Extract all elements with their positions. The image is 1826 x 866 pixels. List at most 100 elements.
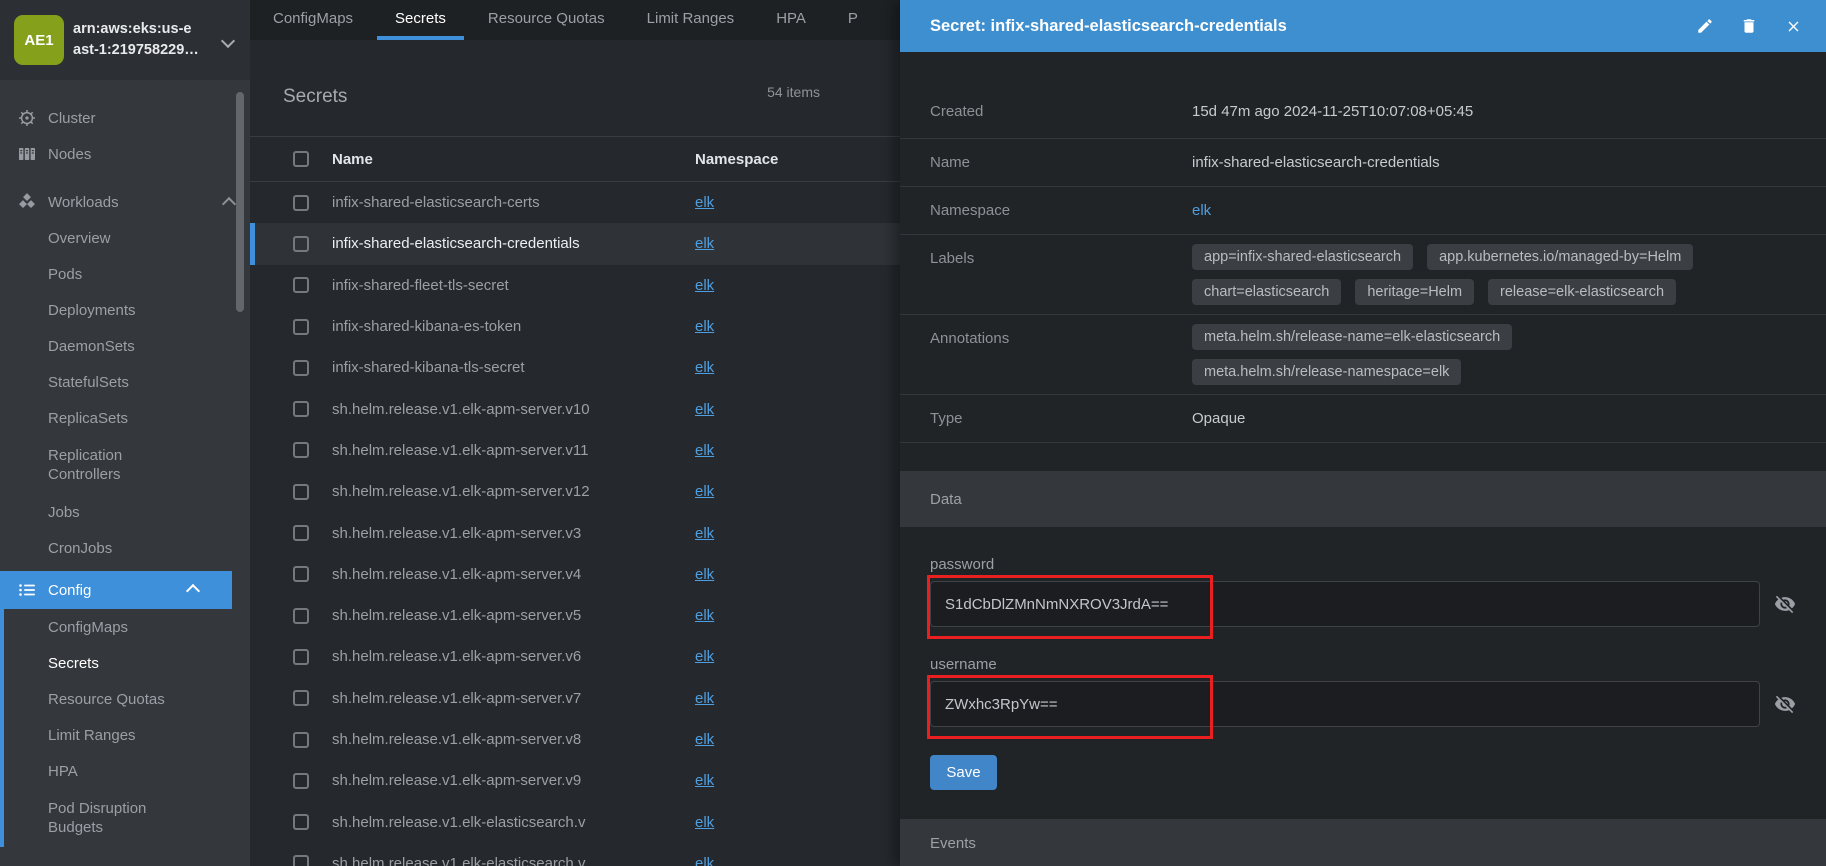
secret-name: infix-shared-elasticsearch-certs [332,194,540,212]
table-row[interactable]: sh.helm.release.v1.elk-elasticsearch.v el… [250,801,900,842]
namespace-link[interactable]: elk [695,731,714,748]
sidebar-item-nodes[interactable]: Nodes [0,136,250,172]
delete-icon[interactable] [1740,17,1758,35]
namespace-link[interactable]: elk [695,566,714,583]
table-row[interactable]: sh.helm.release.v1.elk-apm-server.v11 elk [250,430,900,471]
row-checkbox[interactable] [293,235,309,252]
table-row[interactable]: sh.helm.release.v1.elk-apm-server.v10 elk [250,388,900,429]
table-row[interactable]: sh.helm.release.v1.elk-apm-server.v6 elk [250,636,900,677]
sidebar-item-daemonsets[interactable]: DaemonSets [0,328,250,364]
namespace-link[interactable]: elk [695,483,714,500]
table-row[interactable]: sh.helm.release.v1.elk-elasticsearch.v el… [250,843,900,866]
table-row[interactable]: infix-shared-elasticsearch-certs elk [250,182,900,223]
namespace-link[interactable]: elk [695,648,714,665]
namespace-link[interactable]: elk [695,525,714,542]
row-checkbox[interactable] [293,648,309,665]
row-checkbox[interactable] [293,731,309,748]
save-button[interactable]: Save [930,755,997,790]
sidebar-item-cluster[interactable]: Cluster [0,100,250,136]
namespace-link[interactable]: elk [695,442,714,459]
table-row[interactable]: infix-shared-kibana-tls-secret elk [250,347,900,388]
row-checkbox[interactable] [293,525,309,542]
chevron-up-icon[interactable] [221,196,237,212]
namespace-link[interactable]: elk [695,401,714,418]
row-checkbox[interactable] [293,607,309,624]
row-checkbox[interactable] [293,483,309,500]
sidebar-item-workloads[interactable]: Workloads [0,184,250,220]
tab-pod-disruption-budgets[interactable]: P [830,0,876,40]
password-value-input[interactable] [930,581,1760,627]
sidebar-item-configmaps[interactable]: ConfigMaps [4,609,250,645]
namespace-link[interactable]: elk [1192,202,1211,219]
table-row[interactable]: infix-shared-fleet-tls-secret elk [250,265,900,306]
eye-off-icon[interactable] [1774,593,1796,615]
row-checkbox[interactable] [293,690,309,707]
row-checkbox[interactable] [293,277,309,294]
config-children: ConfigMaps Secrets Resource Quotas Limit… [0,609,250,847]
chevron-up-icon[interactable] [185,583,201,599]
table-row[interactable]: sh.helm.release.v1.elk-apm-server.v9 elk [250,760,900,801]
namespace-link[interactable]: elk [695,194,714,211]
sidebar-item-replicasets[interactable]: ReplicaSets [0,400,250,436]
table-row[interactable]: sh.helm.release.v1.elk-apm-server.v7 elk [250,678,900,719]
username-value-input[interactable] [930,681,1760,727]
sidebar-item-replication-controllers[interactable]: Replication Controllers [0,436,198,494]
chevron-down-icon[interactable] [220,33,236,49]
sidebar-item-pods[interactable]: Pods [0,256,250,292]
tab-resource-quotas[interactable]: Resource Quotas [470,0,623,40]
sidebar-nav: Cluster Nodes Workloads Overview Pods De… [0,80,250,847]
namespace-link[interactable]: elk [695,235,714,252]
row-checkbox[interactable] [293,772,309,789]
field-created: Created 15d 47m ago 2024-11-25T10:07:08+… [900,84,1826,139]
sidebar-item-overview[interactable]: Overview [0,220,250,256]
row-checkbox[interactable] [293,442,309,459]
close-icon[interactable] [1784,17,1802,35]
tab-configmaps[interactable]: ConfigMaps [255,0,371,40]
sidebar-item-cronjobs[interactable]: CronJobs [0,530,250,566]
column-header-name[interactable]: Name [332,151,677,168]
namespace-link[interactable]: elk [695,690,714,707]
sidebar-item-statefulsets[interactable]: StatefulSets [0,364,250,400]
row-checkbox[interactable] [293,566,309,583]
row-checkbox[interactable] [293,359,309,376]
sidebar-item-pod-disruption-budgets[interactable]: Pod Disruption Budgets [4,789,198,847]
table-row[interactable]: infix-shared-kibana-es-token elk [250,306,900,347]
namespace-link[interactable]: elk [695,814,714,831]
namespace-link[interactable]: elk [695,772,714,789]
row-checkbox[interactable] [293,814,309,831]
sidebar-item-label: Secrets [48,654,99,672]
table-row-selected[interactable]: infix-shared-elasticsearch-credentials el… [250,223,900,265]
sidebar-item-hpa[interactable]: HPA [4,753,250,789]
sidebar-item-label: HPA [48,762,78,780]
tab-hpa[interactable]: HPA [758,0,824,40]
namespace-link[interactable]: elk [695,855,714,866]
namespace-link[interactable]: elk [695,359,714,376]
row-checkbox[interactable] [293,318,309,335]
sidebar-item-resource-quotas[interactable]: Resource Quotas [4,681,250,717]
column-header-namespace[interactable]: Namespace [695,151,778,168]
edit-icon[interactable] [1696,17,1714,35]
table-row[interactable]: sh.helm.release.v1.elk-apm-server.v4 elk [250,554,900,595]
sidebar-item-jobs[interactable]: Jobs [0,494,250,530]
sidebar-item-config[interactable]: Config [0,571,232,609]
sidebar-scrollbar[interactable] [236,92,244,312]
table-row[interactable]: sh.helm.release.v1.elk-apm-server.v12 elk [250,471,900,512]
cluster-selector[interactable]: AE1 arn:aws:eks:us-east-1:219758229… [0,0,250,80]
sidebar-item-limit-ranges[interactable]: Limit Ranges [4,717,250,753]
table-row[interactable]: sh.helm.release.v1.elk-apm-server.v8 elk [250,719,900,760]
sidebar-item-label: Pods [48,265,83,283]
sidebar-item-deployments[interactable]: Deployments [0,292,250,328]
namespace-link[interactable]: elk [695,277,714,294]
row-checkbox[interactable] [293,401,309,418]
row-checkbox[interactable] [293,855,309,866]
select-all-checkbox[interactable] [293,151,309,167]
namespace-link[interactable]: elk [695,318,714,335]
namespace-link[interactable]: elk [695,607,714,624]
tab-limit-ranges[interactable]: Limit Ranges [629,0,753,40]
row-checkbox[interactable] [293,194,309,211]
tab-secrets[interactable]: Secrets [377,0,464,40]
table-row[interactable]: sh.helm.release.v1.elk-apm-server.v5 elk [250,595,900,636]
sidebar-item-secrets[interactable]: Secrets [4,645,250,681]
eye-off-icon[interactable] [1774,693,1796,715]
table-row[interactable]: sh.helm.release.v1.elk-apm-server.v3 elk [250,512,900,553]
